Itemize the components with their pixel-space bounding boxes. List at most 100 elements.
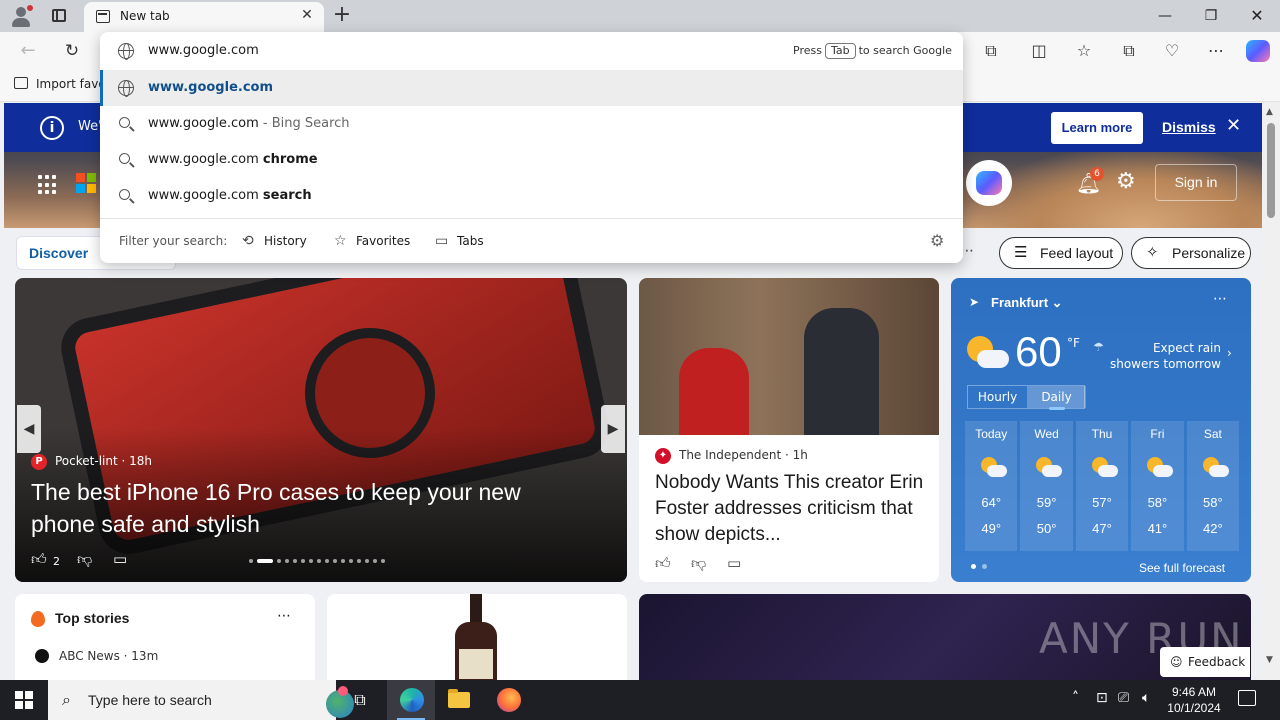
wine-story-card[interactable] (327, 594, 627, 680)
sign-in-button[interactable]: Sign in (1155, 164, 1237, 201)
chevron-up-icon[interactable]: ˄ (1072, 690, 1079, 706)
forecast-day[interactable]: Thu 57° 47° (1075, 421, 1129, 551)
filter-history-button[interactable]: ⟲ History (242, 233, 307, 249)
carousel-dot[interactable] (381, 559, 385, 563)
close-window-button[interactable]: ✕ (1234, 0, 1280, 32)
more-icon[interactable]: ⋯ (277, 608, 291, 624)
collections-icon[interactable]: ⧉ (1118, 40, 1140, 62)
personalize-button[interactable]: ✧ Personalize (1131, 237, 1251, 269)
firefox-icon[interactable] (484, 680, 532, 720)
tab-daily[interactable]: Daily (1027, 386, 1086, 410)
weather-city[interactable]: Frankfurt ⌄ (991, 295, 1063, 311)
feed-layout-button[interactable]: ☰ Feed layout (999, 237, 1123, 269)
minimize-button[interactable]: — (1142, 0, 1188, 32)
extensions-icon[interactable]: ⧉ (980, 40, 1002, 62)
windows-start-icon[interactable] (15, 691, 33, 709)
page-scrollbar[interactable]: ▲ ▼ (1262, 103, 1280, 680)
more-icon[interactable]: ⋯ (1205, 40, 1227, 62)
taskbar-search-input[interactable]: Type here to search (88, 692, 212, 708)
story-headline[interactable]: Nobody Wants This creator Erin Foster ad… (655, 470, 927, 548)
carousel-dot[interactable] (293, 559, 297, 563)
ethernet-icon[interactable]: ⎚ (1118, 690, 1129, 706)
comment-icon[interactable]: ▭ (727, 554, 741, 572)
carousel-dot[interactable] (333, 559, 337, 563)
carousel-dot[interactable] (301, 559, 305, 563)
filter-tabs-button[interactable]: ▭ Tabs (435, 233, 484, 249)
file-explorer-icon[interactable] (435, 680, 483, 720)
edge-taskbar-icon[interactable] (387, 680, 435, 720)
settings-gear-icon[interactable]: ⚙ (1116, 169, 1136, 194)
carousel-dots[interactable] (249, 559, 385, 563)
carousel-dot[interactable] (285, 559, 289, 563)
apps-launcher-icon[interactable] (38, 175, 58, 195)
close-icon[interactable]: ✕ (1226, 115, 1241, 136)
forecast-summary[interactable]: Expect rain showers tomorrow (1109, 340, 1221, 372)
carousel-dot[interactable] (373, 559, 377, 563)
weather-more-icon[interactable]: ⋯ (1213, 291, 1227, 307)
scroll-up-icon[interactable]: ▲ (1266, 107, 1273, 117)
dismiss-link[interactable]: Dismiss (1162, 119, 1216, 135)
network-icon[interactable]: ⊡ (1096, 690, 1108, 706)
see-full-forecast-link[interactable]: See full forecast (1139, 561, 1225, 575)
forecast-day[interactable]: Today 64° 49° (965, 421, 1018, 551)
carousel-dot[interactable] (365, 559, 369, 563)
suggestion-item[interactable]: www.google.com (100, 70, 963, 106)
suggestion-item[interactable]: www.google.com search (100, 178, 963, 214)
task-view-icon[interactable]: ⧉ (336, 680, 384, 720)
like-icon[interactable]: 👍︎ (31, 550, 47, 569)
side-story-card[interactable]: ✦ The Independent · 1h Nobody Wants This… (639, 278, 939, 582)
tab-hourly[interactable]: Hourly (968, 386, 1027, 408)
tab-close-icon[interactable]: ✕ (298, 6, 316, 24)
split-screen-icon[interactable]: ◫ (1028, 40, 1050, 62)
top-stories-card[interactable]: Top stories ⋯ ABC News · 13m (15, 594, 315, 680)
suggestion-item[interactable]: www.google.com - Bing Search (100, 106, 963, 142)
story-headline[interactable]: The best iPhone 16 Pro cases to keep you… (31, 476, 591, 540)
carousel-dot[interactable] (349, 559, 353, 563)
clock[interactable]: 9:46 AM 10/1/2024 (1166, 684, 1222, 716)
weather-card[interactable]: ➤ Frankfurt ⌄ ⋯ 60 °F ☂ Expect rain show… (951, 278, 1251, 582)
favorites-icon[interactable]: ☆ (1073, 40, 1095, 62)
browser-essentials-icon[interactable]: ♡ (1161, 40, 1183, 62)
volume-icon[interactable]: 🔈︎ (1142, 690, 1150, 706)
address-bar[interactable]: www.google.com Press Tab to search Google (100, 32, 963, 70)
search-settings-gear-icon[interactable]: ⚙ (930, 231, 944, 250)
reload-button[interactable]: ↻ (58, 37, 86, 65)
carousel-dot[interactable] (341, 559, 345, 563)
address-input[interactable]: www.google.com (148, 43, 259, 58)
feedback-button[interactable]: ☺ Feedback (1160, 647, 1250, 677)
microsoft-logo[interactable] (76, 173, 96, 193)
carousel-prev-button[interactable]: ◀ (17, 405, 41, 453)
main-story-card[interactable]: ◀ ▶ P Pocket-lint · 18h The best iPhone … (15, 278, 627, 582)
taskbar-search[interactable]: ⌕ Type here to search (48, 680, 354, 720)
temperature-unit[interactable]: °F (1067, 336, 1080, 350)
forecast-day[interactable]: Wed 59° 50° (1020, 421, 1073, 551)
tab-actions-icon[interactable] (50, 6, 70, 26)
dislike-icon[interactable]: 👎︎ (691, 554, 706, 573)
carousel-dot[interactable] (317, 559, 321, 563)
notification-center-icon[interactable] (1238, 690, 1256, 706)
weather-pager[interactable] (971, 564, 987, 569)
tab-new-tab[interactable]: New tab ✕ (84, 2, 324, 32)
forecast-day[interactable]: Sat 58° 42° (1186, 421, 1240, 551)
carousel-dot[interactable] (325, 559, 329, 563)
maximize-button[interactable]: ❐ (1188, 0, 1234, 32)
new-tab-button[interactable]: + (330, 3, 354, 27)
import-favorites-button[interactable]: Import favo (14, 77, 106, 91)
scroll-thumb[interactable] (1267, 123, 1275, 218)
comment-icon[interactable]: ▭ (113, 550, 127, 568)
scroll-down-icon[interactable]: ▼ (1266, 655, 1273, 665)
copilot-button[interactable] (966, 160, 1012, 206)
video-story-card[interactable]: ANY RUN ☺ Feedback (639, 594, 1251, 680)
carousel-dot[interactable] (277, 559, 281, 563)
back-button[interactable]: ← (14, 37, 42, 65)
learn-more-button[interactable]: Learn more (1051, 112, 1143, 144)
carousel-dot[interactable] (309, 559, 313, 563)
carousel-dot[interactable] (357, 559, 361, 563)
dislike-icon[interactable]: 👎︎ (77, 550, 92, 569)
filter-favorites-button[interactable]: ☆ Favorites (334, 233, 410, 249)
copilot-icon[interactable] (1246, 40, 1270, 62)
carousel-dot[interactable] (257, 559, 273, 563)
carousel-dot[interactable] (249, 559, 253, 563)
carousel-next-button[interactable]: ▶ (601, 405, 625, 453)
chevron-right-icon[interactable]: › (1227, 346, 1232, 360)
